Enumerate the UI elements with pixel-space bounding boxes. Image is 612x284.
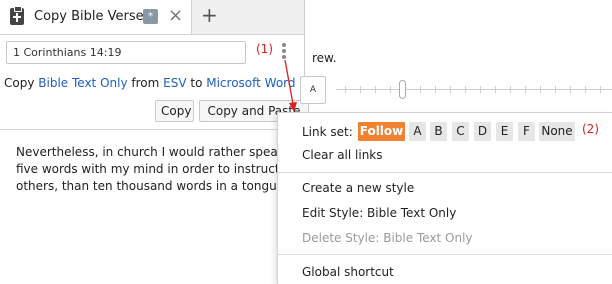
menu-divider <box>278 172 612 173</box>
document-text: rew. <box>312 51 337 65</box>
divider <box>0 129 304 130</box>
slider-tick <box>585 86 586 93</box>
slider-tick <box>495 86 496 93</box>
delete-style-item: Delete Style: Bible Text Only <box>302 231 473 245</box>
tab-badge[interactable]: * <box>143 9 158 24</box>
from-text: from <box>127 76 164 90</box>
link-set-label: Link set: <box>302 125 353 139</box>
link-set-d[interactable]: D <box>474 122 491 141</box>
slider-tick <box>510 86 511 93</box>
style-link[interactable]: Bible Text Only <box>38 76 127 90</box>
slider-tick <box>345 86 346 93</box>
reference-input[interactable] <box>6 41 246 64</box>
slider-tick <box>420 86 421 93</box>
global-shortcut-item[interactable]: Global shortcut <box>302 265 394 279</box>
copy-prefix: Copy <box>4 76 39 90</box>
copy-settings-line: Copy Bible Text Only from ESV to Microso… <box>4 76 296 90</box>
slider-tick <box>465 86 466 93</box>
add-tab-icon[interactable]: + <box>201 4 218 26</box>
clear-all-links-item[interactable]: Clear all links <box>302 148 383 162</box>
tab-bar: Copy Bible Verses * × + <box>0 0 304 35</box>
tab-title: Copy Bible Verses <box>34 9 151 24</box>
to-text: to <box>186 76 207 90</box>
link-set-follow[interactable]: Follow <box>358 122 405 141</box>
link-set-a[interactable]: A <box>409 122 426 141</box>
link-set-none[interactable]: None <box>539 122 575 141</box>
verse-text: Nevertheless, in church I would rather s… <box>16 145 288 193</box>
slider-tick <box>435 86 436 93</box>
edit-style-item[interactable]: Edit Style: Bible Text Only <box>302 206 456 220</box>
annotation-label-2: (2) <box>582 122 599 136</box>
slider-tick <box>525 86 526 93</box>
create-new-style-item[interactable]: Create a new style <box>302 181 414 195</box>
slider-thumb[interactable] <box>399 80 406 99</box>
slider-tick <box>540 86 541 93</box>
menu-divider <box>278 254 612 255</box>
link-set-c[interactable]: C <box>452 122 469 141</box>
slider-tick <box>480 86 481 93</box>
slider-tick <box>450 86 451 93</box>
options-menu: Link set: Follow A B C D E F None (2) Cl… <box>277 112 612 284</box>
link-set-f[interactable]: F <box>518 122 535 141</box>
slider-tick <box>555 86 556 93</box>
bible-icon <box>10 6 24 25</box>
slider-tick <box>360 86 361 93</box>
more-vertical-icon[interactable] <box>279 43 289 63</box>
version-link[interactable]: ESV <box>163 76 186 90</box>
slider-tick <box>600 86 601 93</box>
target-link[interactable]: Microsoft Word <box>206 76 295 90</box>
link-set-e[interactable]: E <box>496 122 513 141</box>
font-size-box[interactable]: A <box>300 76 326 104</box>
slider-tick <box>375 86 376 93</box>
copy-button[interactable]: Copy <box>155 100 194 122</box>
annotation-label-1: (1) <box>256 42 273 56</box>
close-icon[interactable]: × <box>168 6 183 26</box>
slider-tick <box>570 86 571 93</box>
tab-copy-bible-verses[interactable]: Copy Bible Verses * × <box>0 0 192 34</box>
link-set-b[interactable]: B <box>430 122 447 141</box>
slider-tick <box>390 86 391 93</box>
